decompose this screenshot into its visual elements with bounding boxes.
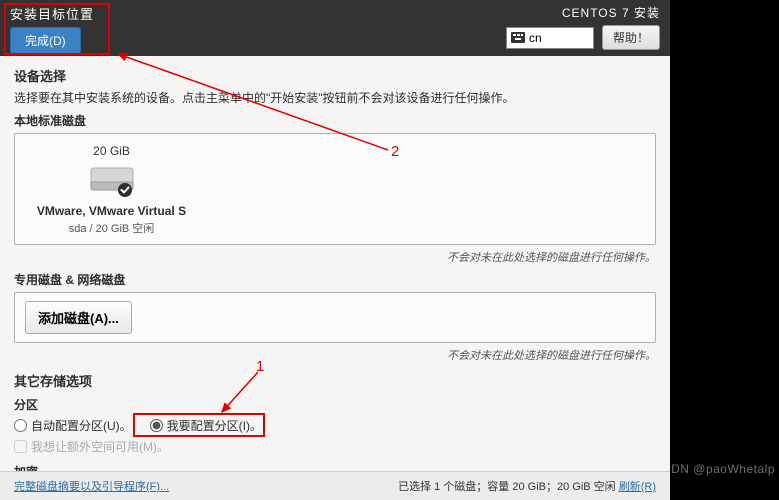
keyboard-layout-label: cn bbox=[529, 31, 542, 45]
partition-label: 分区 bbox=[14, 396, 656, 413]
auto-partition-label: 自动配置分区(U)。 bbox=[31, 417, 132, 434]
disk-item[interactable]: 20 GiB VMware, VMware Virtual S sda / 20… bbox=[29, 144, 194, 236]
special-disk-note: 不会对未在此处选择的磁盘进行任何操作。 bbox=[14, 347, 656, 363]
header-bar: 安装目标位置 完成(D) CENTOS 7 安装 cn 帮助！ bbox=[0, 0, 670, 56]
storage-options-title: 其它存储选项 bbox=[14, 371, 656, 390]
footer-status: 已选择 1 个磁盘；容量 20 GiB；20 GiB 空闲 刷新(R) bbox=[398, 478, 656, 494]
extra-space-checkbox: 我想让额外空间可用(M)。 bbox=[14, 438, 656, 455]
disk-size: 20 GiB bbox=[29, 144, 194, 158]
footer-bar: 完整磁盘摘要以及引导程序(F)... 已选择 1 个磁盘；容量 20 GiB；2… bbox=[0, 471, 670, 500]
keyboard-layout-selector[interactable]: cn bbox=[506, 27, 594, 49]
done-button[interactable]: 完成(D) bbox=[10, 27, 81, 54]
partition-options-row: 自动配置分区(U)。 我要配置分区(I)。 bbox=[14, 417, 656, 434]
auto-partition-radio[interactable]: 自动配置分区(U)。 bbox=[14, 417, 132, 434]
hard-disk-icon bbox=[89, 162, 135, 198]
device-selection-desc: 选择要在其中安装系统的设备。点击主菜单中的"开始安装"按钮前不会对该设备进行任何… bbox=[14, 89, 656, 106]
installer-title: CENTOS 7 安装 bbox=[562, 4, 660, 21]
extra-space-input bbox=[14, 440, 27, 453]
encrypt-title: 加密 bbox=[14, 463, 656, 471]
manual-partition-input[interactable] bbox=[150, 419, 163, 432]
auto-partition-input[interactable] bbox=[14, 419, 27, 432]
keyboard-icon bbox=[511, 32, 525, 43]
add-disk-button[interactable]: 添加磁盘(A)... bbox=[25, 301, 132, 334]
main-content: 设备选择 选择要在其中安装系统的设备。点击主菜单中的"开始安装"按钮前不会对该设… bbox=[0, 56, 670, 471]
disk-subinfo: sda / 20 GiB 空闲 bbox=[29, 220, 194, 236]
refresh-link[interactable]: 刷新(R) bbox=[619, 481, 656, 493]
manual-partition-radio[interactable]: 我要配置分区(I)。 bbox=[150, 417, 262, 434]
footer-status-text: 已选择 1 个磁盘；容量 20 GiB；20 GiB 空闲 bbox=[398, 481, 619, 493]
disk-summary-link[interactable]: 完整磁盘摘要以及引导程序(F)... bbox=[14, 478, 169, 494]
extra-space-label: 我想让额外空间可用(M)。 bbox=[31, 438, 169, 455]
local-disk-note: 不会对未在此处选择的磁盘进行任何操作。 bbox=[14, 249, 656, 265]
special-disks-title: 专用磁盘 & 网络磁盘 bbox=[14, 271, 656, 288]
local-disks-frame: 20 GiB VMware, VMware Virtual S sda / 20… bbox=[14, 133, 656, 245]
disk-name: VMware, VMware Virtual S bbox=[29, 204, 194, 218]
watermark: DN @paoWhetalp bbox=[671, 462, 775, 476]
help-button[interactable]: 帮助！ bbox=[602, 25, 660, 50]
page-title: 安装目标位置 bbox=[10, 4, 94, 23]
device-selection-title: 设备选择 bbox=[14, 66, 656, 85]
manual-partition-label: 我要配置分区(I)。 bbox=[167, 417, 262, 434]
special-disks-frame: 添加磁盘(A)... bbox=[14, 292, 656, 343]
local-disks-title: 本地标准磁盘 bbox=[14, 112, 656, 129]
